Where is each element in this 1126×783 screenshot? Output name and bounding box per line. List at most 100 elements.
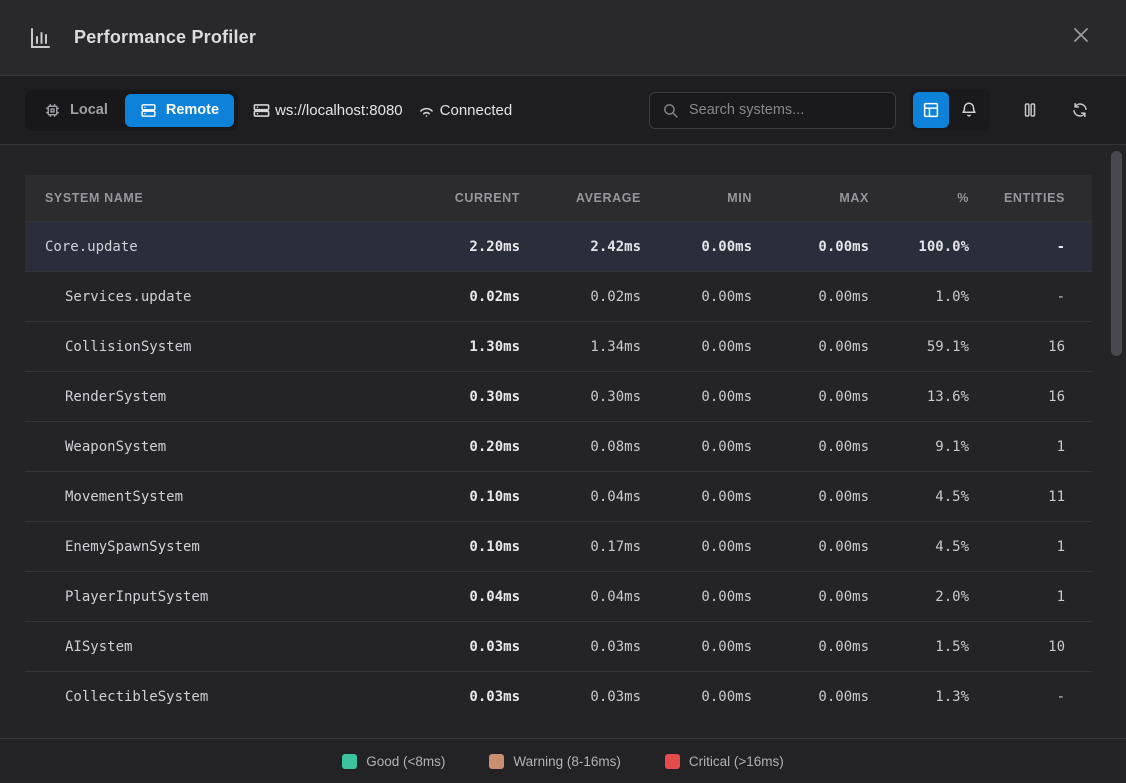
connection-status: Connected bbox=[440, 102, 513, 119]
search-icon bbox=[662, 102, 679, 119]
systems-table: SYSTEM NAME CURRENT AVERAGE MIN MAX % EN… bbox=[25, 175, 1092, 721]
table-row[interactable]: CollisionSystem 1.30ms 1.34ms 0.00ms 0.0… bbox=[25, 321, 1092, 371]
connection-url: ws://localhost:8080 bbox=[275, 102, 403, 119]
performance-profiler-window: Performance Profiler Local bbox=[0, 0, 1126, 783]
pause-icon bbox=[1021, 101, 1039, 119]
current-cell: 0.03ms bbox=[410, 689, 520, 705]
max-cell: 0.00ms bbox=[752, 239, 869, 255]
entities-cell: - bbox=[969, 289, 1092, 305]
table-row[interactable]: Core.update 2.20ms 2.42ms 0.00ms 0.00ms … bbox=[25, 221, 1092, 271]
remote-mode-label: Remote bbox=[166, 102, 219, 118]
system-name-cell: Core.update bbox=[25, 239, 410, 255]
entities-cell: 1 bbox=[969, 589, 1092, 605]
legend-label: Warning (8-16ms) bbox=[513, 754, 621, 769]
system-name-cell: Services.update bbox=[25, 289, 410, 305]
max-cell: 0.00ms bbox=[752, 489, 869, 505]
min-cell: 0.00ms bbox=[641, 589, 752, 605]
title-bar: Performance Profiler bbox=[0, 0, 1126, 76]
entities-cell: 10 bbox=[969, 639, 1092, 655]
table-row[interactable]: MovementSystem 0.10ms 0.04ms 0.00ms 0.00… bbox=[25, 471, 1092, 521]
min-cell: 0.00ms bbox=[641, 489, 752, 505]
max-cell: 0.00ms bbox=[752, 439, 869, 455]
current-cell: 0.20ms bbox=[410, 439, 520, 455]
average-cell: 0.30ms bbox=[520, 389, 641, 405]
min-cell: 0.00ms bbox=[641, 389, 752, 405]
refresh-icon bbox=[1071, 101, 1089, 119]
alerts-button[interactable] bbox=[951, 92, 987, 128]
entities-cell: 16 bbox=[969, 389, 1092, 405]
legend-swatch-icon bbox=[489, 754, 504, 769]
search-box bbox=[649, 92, 896, 129]
server-icon bbox=[140, 102, 157, 119]
column-header-system-name[interactable]: SYSTEM NAME bbox=[25, 191, 410, 205]
table-icon bbox=[922, 101, 940, 119]
bell-icon bbox=[960, 101, 978, 119]
column-header-current[interactable]: CURRENT bbox=[410, 191, 520, 205]
current-cell: 0.03ms bbox=[410, 639, 520, 655]
percent-cell: 100.0% bbox=[869, 239, 969, 255]
table-body: Core.update 2.20ms 2.42ms 0.00ms 0.00ms … bbox=[25, 221, 1092, 721]
connection-info: ws://localhost:8080 Connected bbox=[252, 101, 512, 120]
average-cell: 0.02ms bbox=[520, 289, 641, 305]
refresh-button[interactable] bbox=[1062, 92, 1098, 128]
table-row[interactable]: RenderSystem 0.30ms 0.30ms 0.00ms 0.00ms… bbox=[25, 371, 1092, 421]
min-cell: 0.00ms bbox=[641, 289, 752, 305]
mode-toggle: Local Remote bbox=[25, 90, 238, 131]
min-cell: 0.00ms bbox=[641, 539, 752, 555]
local-mode-button[interactable]: Local bbox=[29, 94, 123, 127]
column-header-average[interactable]: AVERAGE bbox=[520, 191, 641, 205]
percent-cell: 1.3% bbox=[869, 689, 969, 705]
min-cell: 0.00ms bbox=[641, 689, 752, 705]
legend-swatch-icon bbox=[342, 754, 357, 769]
legend-item-critical: Critical (>16ms) bbox=[665, 754, 784, 769]
server-url-icon bbox=[252, 101, 271, 120]
table-row[interactable]: EnemySpawnSystem 0.10ms 0.17ms 0.00ms 0.… bbox=[25, 521, 1092, 571]
current-cell: 1.30ms bbox=[410, 339, 520, 355]
scrollbar-thumb[interactable] bbox=[1111, 151, 1122, 356]
average-cell: 0.08ms bbox=[520, 439, 641, 455]
percent-cell: 2.0% bbox=[869, 589, 969, 605]
column-header-entities[interactable]: ENTITIES bbox=[969, 191, 1092, 205]
bar-chart-icon bbox=[28, 26, 52, 50]
min-cell: 0.00ms bbox=[641, 339, 752, 355]
average-cell: 0.04ms bbox=[520, 489, 641, 505]
entities-cell: 1 bbox=[969, 539, 1092, 555]
legend-label: Good (<8ms) bbox=[366, 754, 445, 769]
current-cell: 0.04ms bbox=[410, 589, 520, 605]
min-cell: 0.00ms bbox=[641, 439, 752, 455]
column-header-min[interactable]: MIN bbox=[641, 191, 752, 205]
profiler-content: SYSTEM NAME CURRENT AVERAGE MIN MAX % EN… bbox=[0, 145, 1126, 738]
table-row[interactable]: CollectibleSystem 0.03ms 0.03ms 0.00ms 0… bbox=[25, 671, 1092, 721]
column-header-percent[interactable]: % bbox=[869, 191, 969, 205]
average-cell: 0.03ms bbox=[520, 639, 641, 655]
search-input[interactable] bbox=[689, 102, 883, 118]
pause-button[interactable] bbox=[1012, 92, 1048, 128]
table-view-button[interactable] bbox=[913, 92, 949, 128]
view-toggle-group bbox=[910, 89, 990, 131]
system-name-cell: PlayerInputSystem bbox=[25, 589, 410, 605]
table-row[interactable]: WeaponSystem 0.20ms 0.08ms 0.00ms 0.00ms… bbox=[25, 421, 1092, 471]
table-row[interactable]: Services.update 0.02ms 0.02ms 0.00ms 0.0… bbox=[25, 271, 1092, 321]
percent-cell: 59.1% bbox=[869, 339, 969, 355]
scrollbar-track[interactable] bbox=[1109, 149, 1124, 734]
table-row[interactable]: PlayerInputSystem 0.04ms 0.04ms 0.00ms 0… bbox=[25, 571, 1092, 621]
system-name-cell: RenderSystem bbox=[25, 389, 410, 405]
table-row[interactable]: AISystem 0.03ms 0.03ms 0.00ms 0.00ms 1.5… bbox=[25, 621, 1092, 671]
remote-mode-button[interactable]: Remote bbox=[125, 94, 234, 127]
percent-cell: 9.1% bbox=[869, 439, 969, 455]
average-cell: 0.17ms bbox=[520, 539, 641, 555]
legend-item-warning: Warning (8-16ms) bbox=[489, 754, 621, 769]
close-button[interactable] bbox=[1064, 21, 1098, 55]
entities-cell: - bbox=[969, 689, 1092, 705]
legend-label: Critical (>16ms) bbox=[689, 754, 784, 769]
max-cell: 0.00ms bbox=[752, 289, 869, 305]
close-icon bbox=[1072, 26, 1090, 50]
percent-cell: 4.5% bbox=[869, 539, 969, 555]
column-header-max[interactable]: MAX bbox=[752, 191, 869, 205]
entities-cell: 11 bbox=[969, 489, 1092, 505]
current-cell: 0.30ms bbox=[410, 389, 520, 405]
max-cell: 0.00ms bbox=[752, 339, 869, 355]
max-cell: 0.00ms bbox=[752, 589, 869, 605]
entities-cell: - bbox=[969, 239, 1092, 255]
min-cell: 0.00ms bbox=[641, 639, 752, 655]
